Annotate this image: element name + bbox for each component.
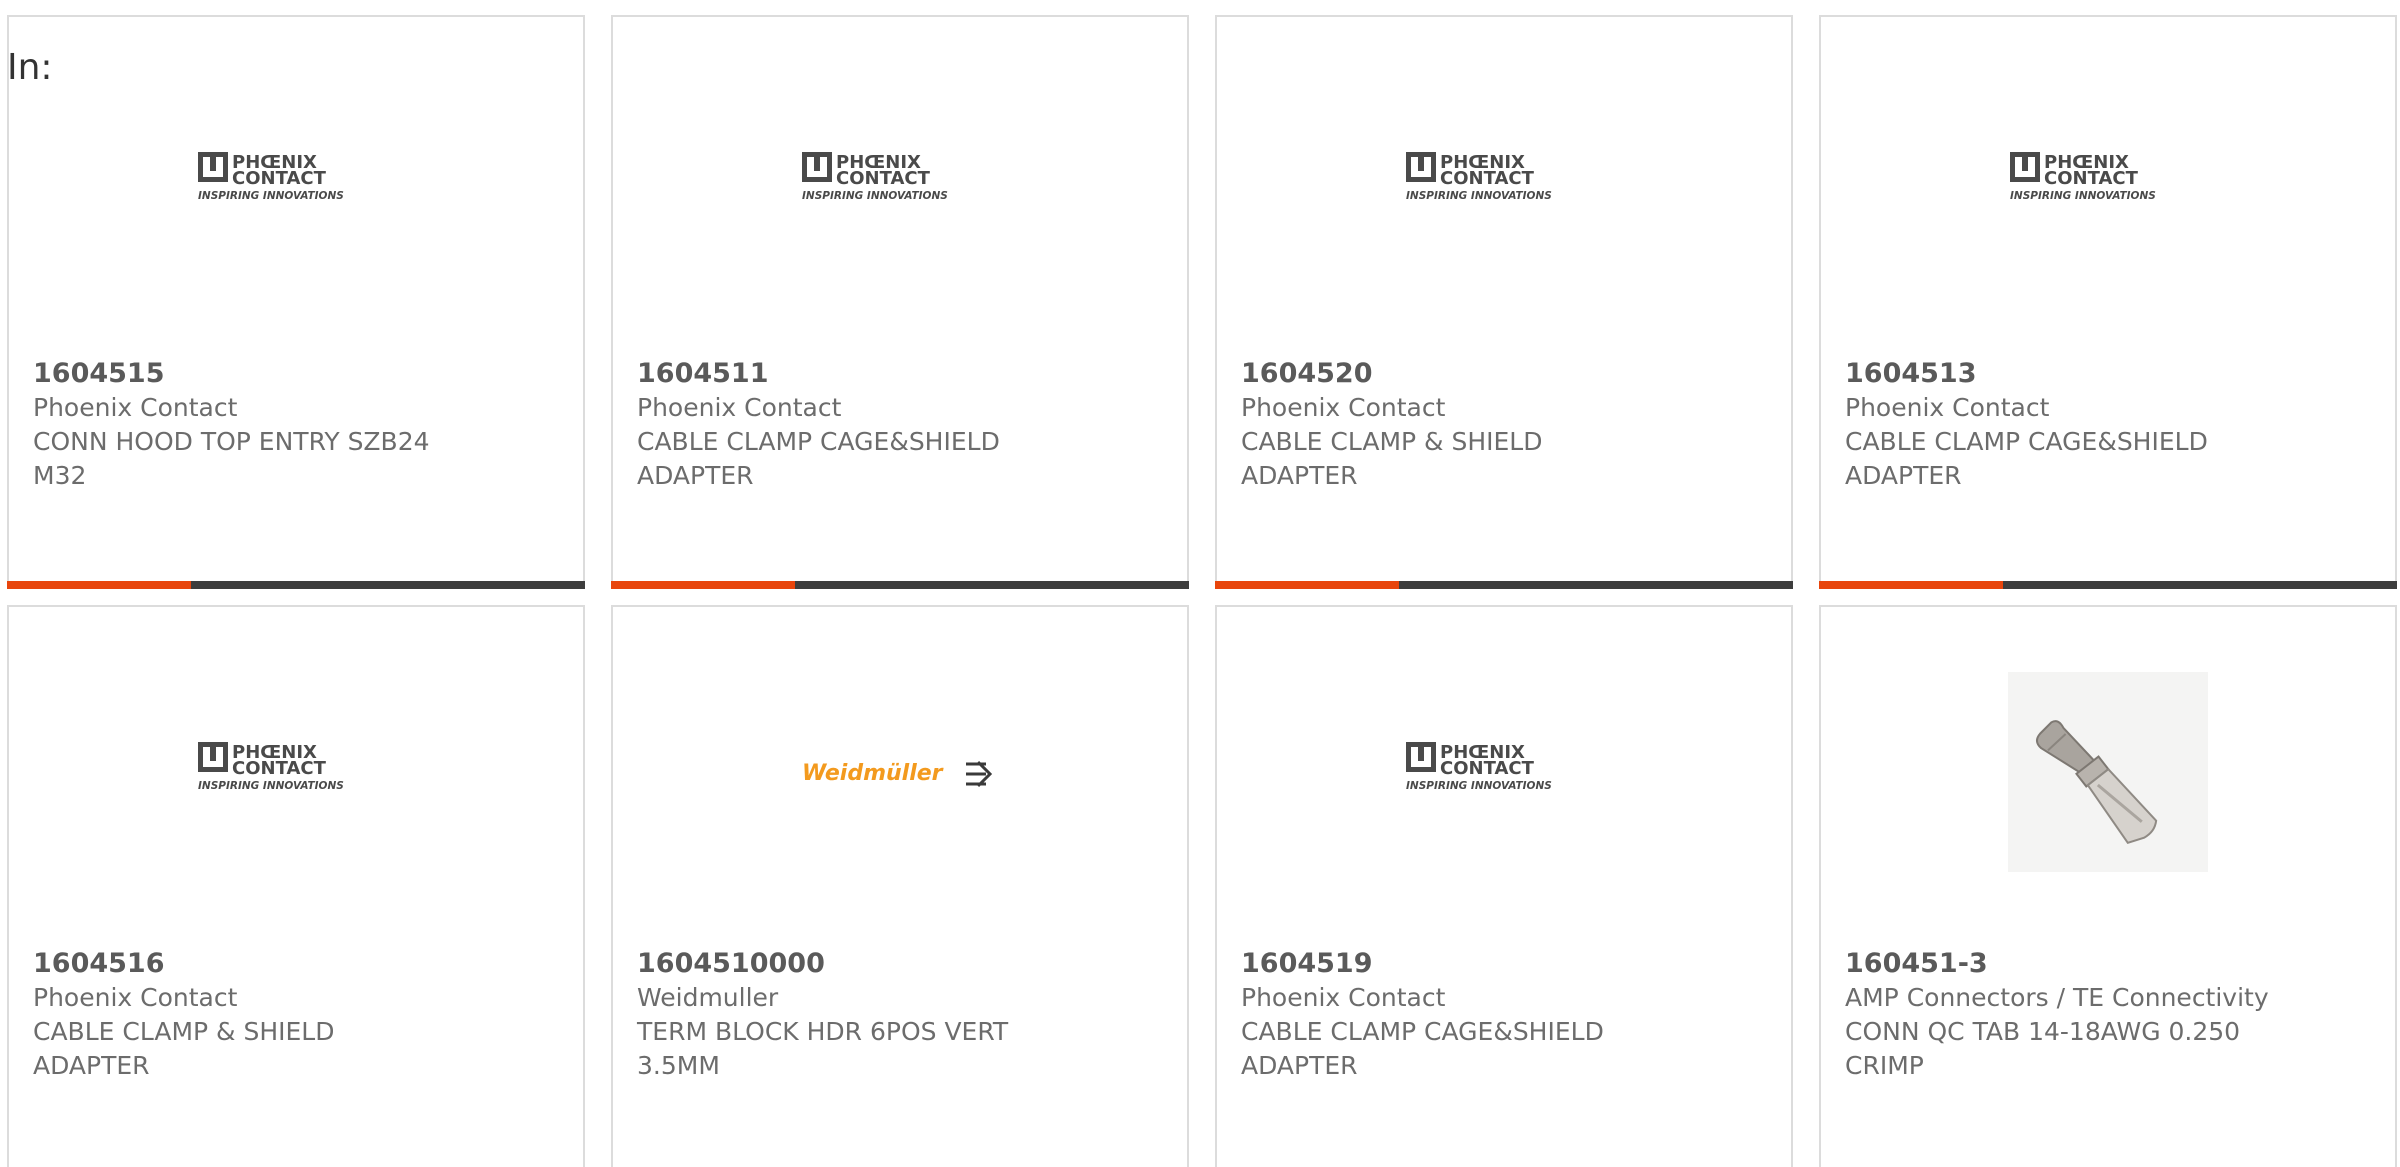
product-image: PHŒNIX CONTACT INSPIRING INNOVATIONS <box>613 77 1187 287</box>
in-label: In: <box>7 47 53 88</box>
manufacturer-name: Phoenix Contact <box>33 393 238 422</box>
weidmuller-logo: Weidmüller <box>802 760 993 788</box>
phoenix-contact-logo: PHŒNIX CONTACT INSPIRING INNOVATIONS <box>198 742 344 792</box>
part-number[interactable]: 1604519 <box>1241 947 1767 981</box>
logo-tagline: INSPIRING INNOVATIONS <box>802 190 948 202</box>
product-image <box>1821 667 2395 877</box>
logo-tagline: INSPIRING INNOVATIONS <box>1406 190 1552 202</box>
logo-tagline: INSPIRING INNOVATIONS <box>1406 780 1552 792</box>
product-description: CABLE CLAMP CAGE&SHIELD ADAPTER <box>1845 427 2208 490</box>
logo-line1: Weidmüller <box>802 761 944 786</box>
product-card[interactable]: Weidmüller 1604510000 Weidmuller TERM BL… <box>611 605 1189 1167</box>
card-bottom-bar <box>1215 581 1793 589</box>
product-image: PHŒNIX CONTACT INSPIRING INNOVATIONS <box>9 77 583 287</box>
product-description: CABLE CLAMP CAGE&SHIELD ADAPTER <box>1241 1017 1604 1080</box>
product-info: 1604520 Phoenix Contact CABLE CLAMP & SH… <box>1241 357 1767 493</box>
product-description: CABLE CLAMP & SHIELD ADAPTER <box>1241 427 1543 490</box>
logo-tagline: INSPIRING INNOVATIONS <box>198 190 344 202</box>
logo-tagline: INSPIRING INNOVATIONS <box>2010 190 2156 202</box>
logo-line2: CONTACT <box>232 168 327 189</box>
part-number[interactable]: 1604515 <box>33 357 559 391</box>
part-number[interactable]: 1604516 <box>33 947 559 981</box>
logo-line2: CONTACT <box>836 168 931 189</box>
search-results-page: In: PHŒNIX CONTACT INSPIRING INNOVATIONS… <box>0 0 2400 1167</box>
product-info: 1604511 Phoenix Contact CABLE CLAMP CAGE… <box>637 357 1163 493</box>
logo-tagline: INSPIRING INNOVATIONS <box>198 780 344 792</box>
part-number[interactable]: 1604520 <box>1241 357 1767 391</box>
product-image: PHŒNIX CONTACT INSPIRING INNOVATIONS <box>1821 77 2395 287</box>
product-info: 1604510000 Weidmuller TERM BLOCK HDR 6PO… <box>637 947 1163 1083</box>
part-number[interactable]: 160451-3 <box>1845 947 2371 981</box>
card-accent-bar <box>7 581 191 589</box>
product-info: 1604519 Phoenix Contact CABLE CLAMP CAGE… <box>1241 947 1767 1083</box>
card-accent-bar <box>611 581 795 589</box>
product-image: PHŒNIX CONTACT INSPIRING INNOVATIONS <box>1217 77 1791 287</box>
product-info: 1604516 Phoenix Contact CABLE CLAMP & SH… <box>33 947 559 1083</box>
product-card[interactable]: PHŒNIX CONTACT INSPIRING INNOVATIONS 160… <box>1215 605 1793 1167</box>
part-number[interactable]: 1604511 <box>637 357 1163 391</box>
part-number[interactable]: 1604513 <box>1845 357 2371 391</box>
product-image: PHŒNIX CONTACT INSPIRING INNOVATIONS <box>9 667 583 877</box>
weidmuller-mark-icon <box>966 760 993 788</box>
product-info: 1604513 Phoenix Contact CABLE CLAMP CAGE… <box>1845 357 2371 493</box>
product-description: CONN QC TAB 14-18AWG 0.250 CRIMP <box>1845 1017 2241 1080</box>
product-description: TERM BLOCK HDR 6POS VERT 3.5MM <box>637 1017 1009 1080</box>
product-description: CABLE CLAMP & SHIELD ADAPTER <box>33 1017 335 1080</box>
part-number[interactable]: 1604510000 <box>637 947 1163 981</box>
card-bottom-bar <box>7 581 585 589</box>
phoenix-contact-logo: PHŒNIX CONTACT INSPIRING INNOVATIONS <box>802 152 948 202</box>
product-description: CONN HOOD TOP ENTRY SZB24 M32 <box>33 427 430 490</box>
product-info: 1604515 Phoenix Contact CONN HOOD TOP EN… <box>33 357 559 493</box>
manufacturer-name: Phoenix Contact <box>33 983 238 1012</box>
logo-line2: CONTACT <box>1440 168 1535 189</box>
manufacturer-name: Weidmuller <box>637 983 779 1012</box>
product-card[interactable]: 160451-3 AMP Connectors / TE Connectivit… <box>1819 605 2397 1167</box>
product-card[interactable]: PHŒNIX CONTACT INSPIRING INNOVATIONS 160… <box>7 605 585 1167</box>
product-image: PHŒNIX CONTACT INSPIRING INNOVATIONS <box>1217 667 1791 877</box>
manufacturer-name: Phoenix Contact <box>1241 983 1446 1012</box>
manufacturer-name: Phoenix Contact <box>1845 393 2050 422</box>
card-bottom-bar <box>611 581 1189 589</box>
card-accent-bar <box>1819 581 2003 589</box>
phoenix-contact-logo: PHŒNIX CONTACT INSPIRING INNOVATIONS <box>1406 742 1552 792</box>
manufacturer-name: AMP Connectors / TE Connectivity <box>1845 983 2269 1012</box>
card-accent-bar <box>1215 581 1399 589</box>
product-description: CABLE CLAMP CAGE&SHIELD ADAPTER <box>637 427 1000 490</box>
logo-line2: CONTACT <box>1440 758 1535 779</box>
product-card[interactable]: PHŒNIX CONTACT INSPIRING INNOVATIONS 160… <box>1215 15 1793 589</box>
product-image: Weidmüller <box>613 667 1187 877</box>
phoenix-contact-logo: PHŒNIX CONTACT INSPIRING INNOVATIONS <box>2010 152 2156 202</box>
product-card[interactable]: PHŒNIX CONTACT INSPIRING INNOVATIONS 160… <box>7 15 585 589</box>
card-bottom-bar <box>1819 581 2397 589</box>
product-card[interactable]: PHŒNIX CONTACT INSPIRING INNOVATIONS 160… <box>1819 15 2397 589</box>
manufacturer-name: Phoenix Contact <box>1241 393 1446 422</box>
phoenix-contact-logo: PHŒNIX CONTACT INSPIRING INNOVATIONS <box>198 152 344 202</box>
logo-line2: CONTACT <box>232 758 327 779</box>
product-info: 160451-3 AMP Connectors / TE Connectivit… <box>1845 947 2371 1083</box>
manufacturer-name: Phoenix Contact <box>637 393 842 422</box>
crimp-terminal-photo <box>2008 672 2208 872</box>
logo-line2: CONTACT <box>2044 168 2139 189</box>
product-card[interactable]: PHŒNIX CONTACT INSPIRING INNOVATIONS 160… <box>611 15 1189 589</box>
phoenix-contact-logo: PHŒNIX CONTACT INSPIRING INNOVATIONS <box>1406 152 1552 202</box>
